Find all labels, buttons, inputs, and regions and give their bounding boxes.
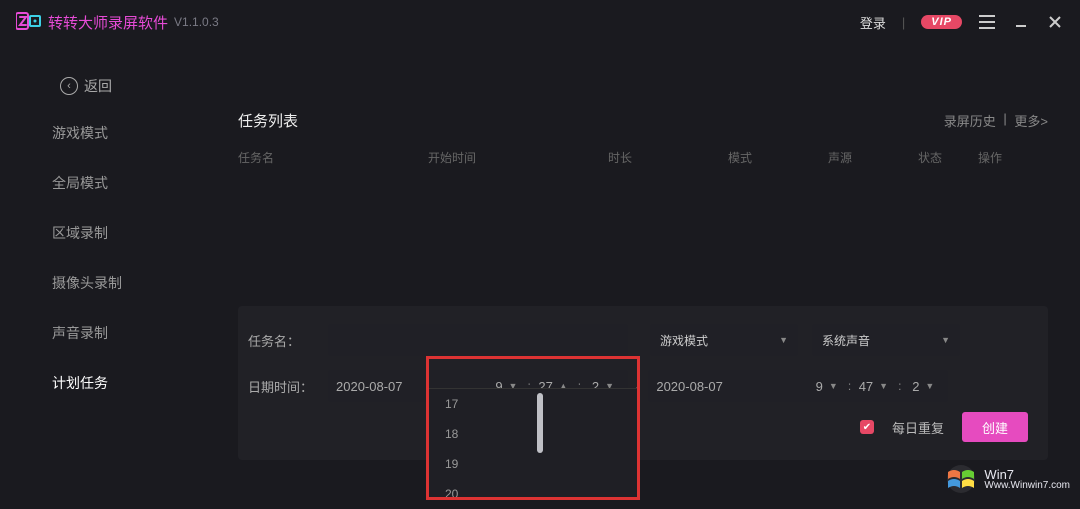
task-list-title: 任务列表 [238, 110, 944, 131]
sidebar: 游戏模式 全局模式 区域录制 摄像头录制 声音录制 计划任务 [52, 108, 152, 408]
datetime-label: 日期时间： [238, 377, 328, 396]
task-columns: 任务名 开始时间 时长 模式 声源 状态 操作 [238, 149, 1048, 166]
menu-icon[interactable] [978, 13, 996, 31]
repeat-daily-checkbox[interactable]: ✔ [860, 420, 874, 434]
dropdown-option[interactable]: 19 [429, 449, 637, 479]
titlebar: 转转大师录屏软件 V1.1.0.3 登录 | VIP [0, 0, 1080, 44]
audio-select[interactable]: 系统声音 ▼ [812, 324, 960, 356]
chevron-down-icon[interactable]: ▼ [925, 381, 934, 391]
main: 任务列表 录屏历史 | 更多> 任务名 开始时间 时长 模式 声源 状态 操作 … [238, 110, 1048, 460]
sidebar-item-audio-record[interactable]: 声音录制 [52, 308, 152, 358]
more-link[interactable]: 更多> [1014, 111, 1048, 130]
sidebar-item-camera-record[interactable]: 摄像头录制 [52, 258, 152, 308]
col-status: 状态 [918, 149, 978, 166]
back-icon: ‹ [60, 77, 78, 95]
back-label: 返回 [84, 76, 112, 96]
watermark-line1: Win7 [984, 468, 1070, 481]
taskname-input[interactable] [328, 324, 628, 356]
taskname-label: 任务名： [238, 331, 328, 350]
col-starttime: 开始时间 [428, 149, 608, 166]
divider: | [1000, 111, 1011, 130]
vip-badge[interactable]: VIP [921, 15, 962, 29]
app-name: 转转大师录屏软件 [48, 12, 168, 33]
windows-logo-icon [944, 464, 978, 494]
col-mode: 模式 [728, 149, 828, 166]
sidebar-item-scheduled-task[interactable]: 计划任务 [52, 358, 152, 408]
end-second[interactable]: 2 [905, 379, 919, 394]
col-taskname: 任务名 [238, 149, 428, 166]
app-logo [16, 11, 42, 33]
watermark-line2: Www.Winwin7.com [984, 481, 1070, 491]
mode-select[interactable]: 游戏模式 ▼ [650, 324, 798, 356]
col-audio: 声源 [828, 149, 918, 166]
dropdown-option[interactable]: 17 [429, 389, 637, 419]
chevron-down-icon[interactable]: ▼ [829, 381, 838, 391]
chevron-down-icon: ▼ [941, 335, 950, 345]
end-minute[interactable]: 47 [855, 379, 873, 394]
end-date[interactable]: 2020-08-07 [656, 379, 801, 394]
dropdown-option[interactable]: 20 [429, 479, 637, 509]
recording-history-link[interactable]: 录屏历史 [944, 111, 996, 130]
login-link[interactable]: 登录 [860, 13, 886, 32]
watermark: Win7 Www.Winwin7.com [944, 464, 1070, 494]
end-datetime: 2020-08-07 9 ▼ : 47 ▼ : 2 ▼ [648, 370, 948, 402]
scrollbar-thumb[interactable] [537, 393, 543, 453]
sidebar-item-global-mode[interactable]: 全局模式 [52, 158, 152, 208]
chevron-down-icon[interactable]: ▼ [879, 381, 888, 391]
dropdown-scrollbar[interactable] [537, 393, 543, 495]
end-hour[interactable]: 9 [801, 379, 823, 394]
divider: | [902, 15, 905, 30]
create-button[interactable]: 创建 [962, 412, 1028, 442]
back-link[interactable]: ‹ 返回 [60, 76, 112, 96]
chevron-down-icon: ▼ [779, 335, 788, 345]
minimize-icon[interactable] [1012, 13, 1030, 31]
col-duration: 时长 [608, 149, 728, 166]
repeat-daily-label: 每日重复 [892, 418, 944, 437]
sidebar-item-region-record[interactable]: 区域录制 [52, 208, 152, 258]
task-form: 任务名： 游戏模式 ▼ 系统声音 ▼ 日期时间： 2020-08-07 9 ▼ … [238, 306, 1048, 460]
close-icon[interactable] [1046, 13, 1064, 31]
sidebar-item-game-mode[interactable]: 游戏模式 [52, 108, 152, 158]
app-version: V1.1.0.3 [174, 15, 219, 29]
dropdown-option[interactable]: 18 [429, 419, 637, 449]
minute-dropdown[interactable]: 17 18 19 20 [428, 388, 638, 500]
col-action: 操作 [978, 149, 1028, 166]
